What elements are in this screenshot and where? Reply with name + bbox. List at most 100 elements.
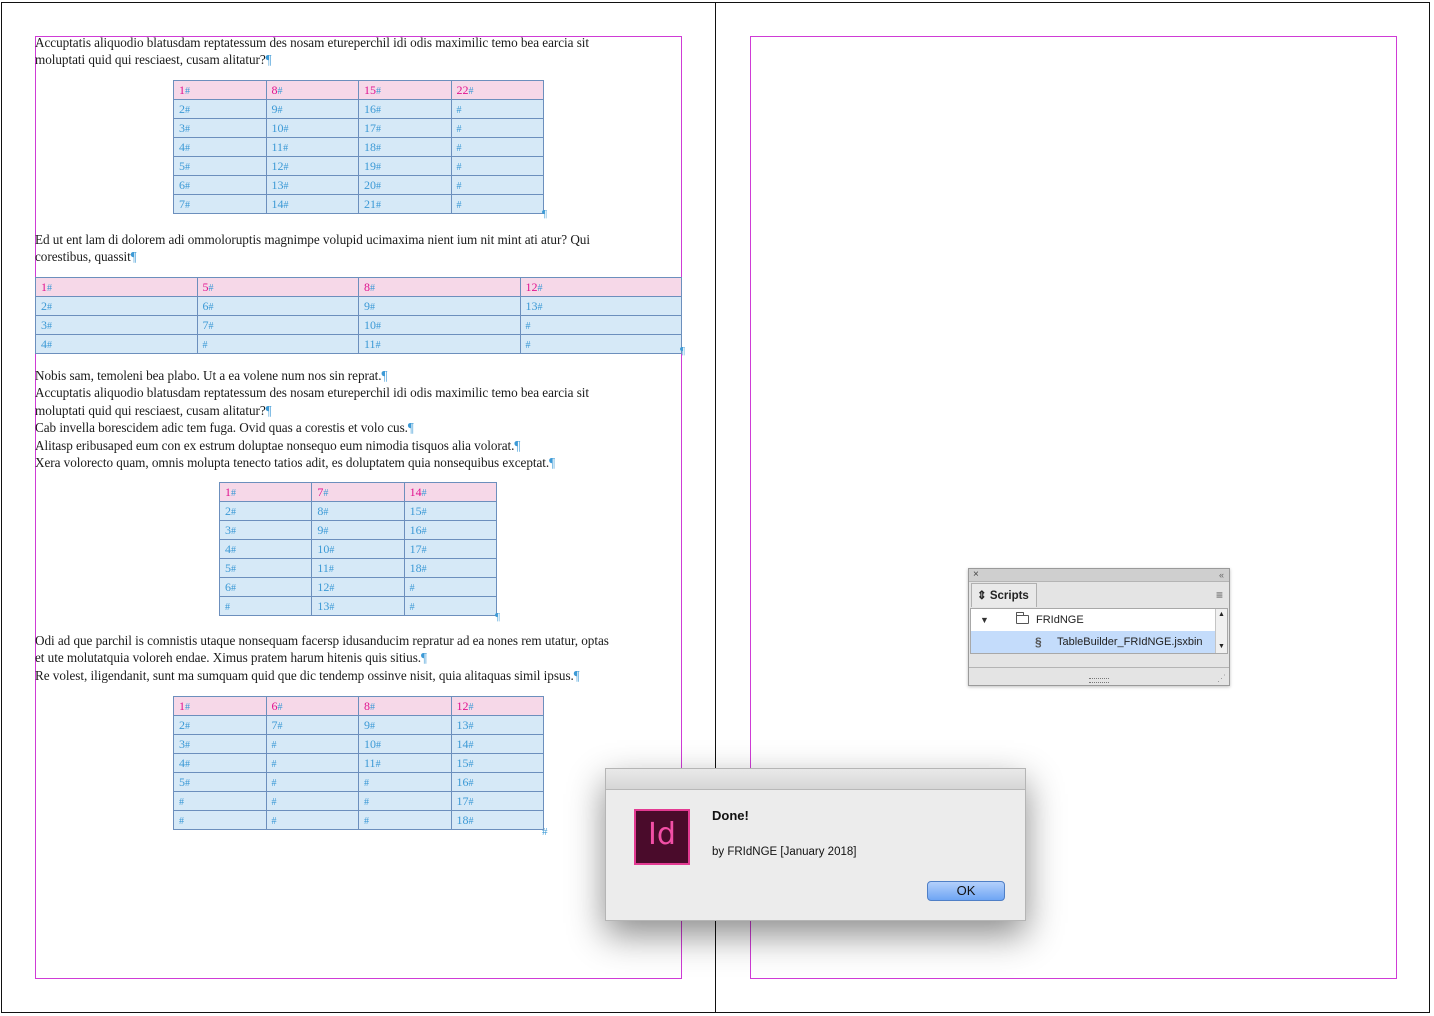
resize-grip-icon[interactable] [1089, 678, 1109, 683]
table-cell[interactable]: # [450, 118, 544, 138]
table-cell[interactable]: 13# [450, 715, 544, 735]
table-cell[interactable]: 10# [358, 734, 452, 754]
table-cell[interactable]: 10# [311, 539, 405, 559]
table-cell[interactable]: 13# [311, 596, 405, 616]
table-cell[interactable]: 8# [358, 277, 521, 297]
table-cell[interactable]: 17# [450, 791, 544, 811]
table-cell[interactable]: 5# [218, 558, 313, 578]
table-cell[interactable]: 12# [519, 277, 682, 297]
table-cell[interactable]: 12# [265, 156, 359, 176]
tree-folder-row[interactable]: ▼ FRIdNGE [971, 609, 1217, 631]
table-cell[interactable]: 2# [218, 501, 313, 521]
table-cell[interactable]: 4# [35, 334, 198, 354]
table-cell[interactable]: 16# [403, 520, 498, 540]
table-cell[interactable]: 6# [173, 175, 267, 195]
table-cell[interactable]: 11# [265, 137, 359, 157]
table-cell[interactable]: 10# [358, 315, 521, 335]
close-icon[interactable]: × [973, 569, 979, 581]
table-cell[interactable]: 14# [403, 482, 498, 502]
table-2[interactable]: 1# 5# 8# 12# 2# 6# 9# 13# 3# 7# 10# #4# #11# # [35, 277, 682, 354]
table-cell[interactable]: 7# [173, 194, 267, 214]
table-cell[interactable]: 22# [450, 80, 544, 100]
table-cell[interactable]: 5# [196, 277, 359, 297]
collapse-icon[interactable]: « [1219, 569, 1224, 581]
table-cell[interactable]: 3# [35, 315, 198, 335]
table-cell[interactable]: 9# [358, 296, 521, 316]
table-cell[interactable]: 4# [218, 539, 313, 559]
dialog-title-bar[interactable] [606, 769, 1025, 790]
table-cell[interactable]: 7# [196, 315, 359, 335]
table-cell[interactable]: 16# [358, 99, 452, 119]
tree-scrollbar[interactable]: ▲ ▼ [1215, 609, 1227, 653]
table-cell[interactable]: # [265, 810, 359, 830]
table-cell[interactable]: # [358, 772, 452, 792]
table-cell[interactable]: # [450, 99, 544, 119]
table-cell[interactable]: 1# [35, 277, 198, 297]
table-cell[interactable]: # [196, 334, 359, 354]
table-cell[interactable]: 15# [403, 501, 498, 521]
resize-corner-icon[interactable]: ⋰ [1217, 673, 1226, 684]
table-cell[interactable]: # [173, 810, 267, 830]
table-3[interactable]: 1# 7# 14# 2# 8# 15# 3# 9# 16# 4# 10# 17# 5# 11# 18# 6# 1… [218, 482, 498, 616]
panel-title-bar[interactable]: × « [969, 569, 1229, 582]
table-cell[interactable]: # [265, 734, 359, 754]
table-cell[interactable]: # [519, 315, 682, 335]
tab-scripts[interactable]: ⇕ Scripts [971, 583, 1037, 607]
table-cell[interactable]: 6# [265, 696, 359, 716]
table-cell[interactable]: # [265, 791, 359, 811]
table-cell[interactable]: 17# [403, 539, 498, 559]
table-cell[interactable]: # [218, 596, 313, 616]
table-cell[interactable]: 2# [173, 99, 267, 119]
table-cell[interactable]: 17# [358, 118, 452, 138]
table-cell[interactable]: # [519, 334, 682, 354]
table-cell[interactable]: 6# [218, 577, 313, 597]
table-cell[interactable]: 2# [35, 296, 198, 316]
table-cell[interactable]: # [450, 137, 544, 157]
table-cell[interactable]: # [403, 596, 498, 616]
table-cell[interactable]: # [450, 194, 544, 214]
table-cell[interactable]: # [450, 156, 544, 176]
table-cell[interactable]: 5# [173, 156, 267, 176]
table-cell[interactable]: 18# [450, 810, 544, 830]
table-cell[interactable]: 8# [358, 696, 452, 716]
scroll-up-icon[interactable]: ▲ [1218, 611, 1225, 619]
table-cell[interactable]: 15# [450, 753, 544, 773]
table-cell[interactable]: 9# [265, 99, 359, 119]
table-cell[interactable]: # [358, 791, 452, 811]
table-cell[interactable]: 14# [450, 734, 544, 754]
table-cell[interactable]: 18# [403, 558, 498, 578]
table-cell[interactable]: # [173, 791, 267, 811]
ok-button[interactable]: OK [927, 881, 1005, 901]
table-cell[interactable]: 2# [173, 715, 267, 735]
table-4[interactable]: 1# 6# 8# 12# 2# 7# 9# 13# 3# #10# 14# 4# #11# 15# 5# # #… [173, 696, 544, 830]
table-cell[interactable]: 1# [218, 482, 313, 502]
tree-script-row[interactable]: § TableBuilder_FRIdNGE.jsxbin [971, 631, 1217, 653]
table-cell[interactable]: 14# [265, 194, 359, 214]
table-cell[interactable]: 20# [358, 175, 452, 195]
table-cell[interactable]: 16# [450, 772, 544, 792]
table-cell[interactable]: 1# [173, 696, 267, 716]
table-cell[interactable]: 9# [311, 520, 405, 540]
table-cell[interactable]: 11# [358, 753, 452, 773]
table-cell[interactable]: # [450, 175, 544, 195]
table-cell[interactable]: 3# [173, 118, 267, 138]
table-cell[interactable]: 7# [311, 482, 405, 502]
table-cell[interactable]: 8# [311, 501, 405, 521]
table-cell[interactable]: 8# [265, 80, 359, 100]
scroll-down-icon[interactable]: ▼ [1218, 643, 1225, 651]
table-cell[interactable]: 21# [358, 194, 452, 214]
table-cell[interactable]: 6# [196, 296, 359, 316]
panel-menu-icon[interactable]: ≡ [1216, 589, 1223, 601]
table-cell[interactable]: 13# [265, 175, 359, 195]
table-cell[interactable]: # [358, 810, 452, 830]
table-cell[interactable]: # [265, 772, 359, 792]
table-cell[interactable]: 18# [358, 137, 452, 157]
table-cell[interactable]: 1# [173, 80, 267, 100]
table-cell[interactable]: 11# [311, 558, 405, 578]
table-cell[interactable]: 9# [358, 715, 452, 735]
table-1[interactable]: 1# 8# 15# 22# 2# 9# 16# #3# 10# 17# #4# 11# 18# #5# 12… [173, 80, 544, 214]
table-cell[interactable]: # [265, 753, 359, 773]
table-cell[interactable]: 19# [358, 156, 452, 176]
table-cell[interactable]: 7# [265, 715, 359, 735]
table-cell[interactable]: 15# [358, 80, 452, 100]
